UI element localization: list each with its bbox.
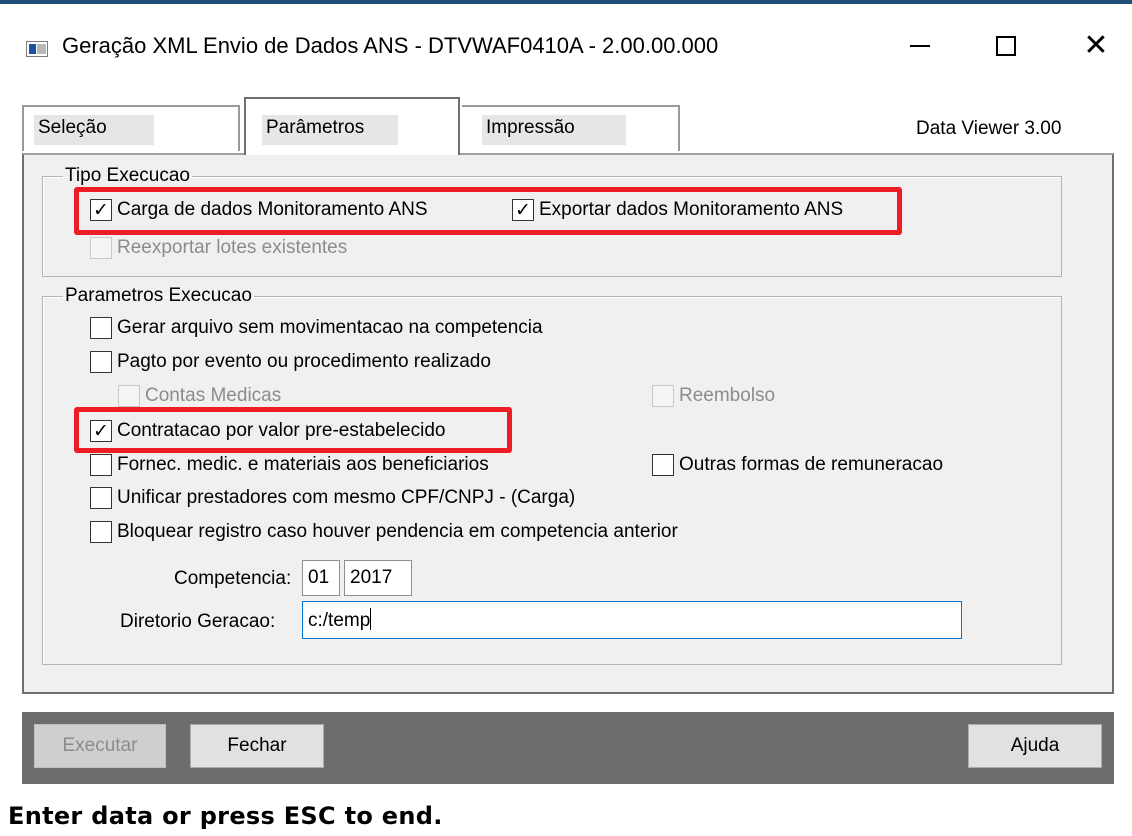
outras-formas-checkbox[interactable]: Outras formas de remuneracao [652,454,943,476]
bloquear-label: Bloquear registro caso houver pendencia … [117,521,678,542]
competencia-year-input[interactable]: 2017 [344,560,412,596]
tab-selecao-label: Seleção [34,115,154,145]
tipo-execucao-legend: Tipo Execucao [65,165,190,186]
maximize-button[interactable] [976,24,1036,68]
text-caret [370,608,372,630]
diretorio-label: Diretorio Geracao: [120,611,276,632]
maximize-icon [996,36,1016,56]
gerar-sem-mov-checkbox[interactable]: Gerar arquivo sem movimentacao na compet… [90,317,543,339]
window-title: Geração XML Envio de Dados ANS - DTVWAF0… [62,33,719,58]
parametros-execucao-legend: Parametros Execucao [65,285,252,306]
competencia-month-input[interactable]: 01 [302,560,340,596]
checkbox-icon [652,385,674,407]
minimize-button[interactable] [890,24,950,68]
checkbox-icon [90,317,112,339]
fechar-button[interactable]: Fechar [190,724,324,768]
checkbox-icon [90,454,112,476]
diretorio-input[interactable]: c:/temp [302,601,962,639]
minimize-icon [910,45,930,47]
contas-medicas-checkbox[interactable]: Contas Medicas [118,385,281,407]
button-bar: Executar Fechar Ajuda [22,712,1114,784]
pagto-evento-label: Pagto por evento ou procedimento realiza… [117,351,491,372]
unificar-checkbox[interactable]: Unificar prestadores com mesmo CPF/CNPJ … [90,487,575,509]
status-bar-text: Enter data or press ESC to end. [8,802,443,830]
diretorio-value: c:/temp [308,610,371,631]
reexportar-label: Reexportar lotes existentes [117,237,348,258]
competencia-label: Competencia: [174,568,292,589]
unificar-label: Unificar prestadores com mesmo CPF/CNPJ … [117,487,576,508]
checkbox-icon [118,385,140,407]
highlight-box-tipo [74,187,902,235]
checkbox-icon [90,521,112,543]
close-icon: ✕ [1083,28,1109,63]
highlight-box-contratacao [74,407,512,453]
reembolso-checkbox[interactable]: Reembolso [652,385,775,407]
reembolso-label: Reembolso [679,385,776,406]
checkbox-icon [652,454,674,476]
ajuda-button[interactable]: Ajuda [968,724,1102,768]
close-button[interactable]: ✕ [1066,24,1126,68]
checkbox-icon [90,351,112,373]
app-icon [26,41,48,57]
fornec-medic-label: Fornec. medic. e materiais aos beneficia… [117,454,489,475]
executar-button[interactable]: Executar [34,724,166,768]
viewer-version: Data Viewer 3.00 [916,118,1062,139]
bloquear-checkbox[interactable]: Bloquear registro caso houver pendencia … [90,521,678,543]
gerar-sem-mov-label: Gerar arquivo sem movimentacao na compet… [117,317,543,338]
reexportar-checkbox[interactable]: Reexportar lotes existentes [90,237,347,259]
checkbox-icon [90,487,112,509]
tab-impressao-label: Impressão [482,115,626,145]
contas-medicas-label: Contas Medicas [145,385,282,406]
outras-formas-label: Outras formas de remuneracao [679,454,944,475]
parameters-panel: Tipo Execucao Carga de dados Monitoramen… [22,153,1114,694]
tab-parametros[interactable]: Parâmetros [244,97,460,155]
tab-parametros-label: Parâmetros [262,115,398,145]
fornec-medic-checkbox[interactable]: Fornec. medic. e materiais aos beneficia… [90,454,489,476]
title-bar: Geração XML Envio de Dados ANS - DTVWAF0… [0,4,1132,84]
tab-impressao[interactable]: Impressão [462,105,680,151]
tab-selecao[interactable]: Seleção [22,105,240,151]
checkbox-icon [90,237,112,259]
pagto-evento-checkbox[interactable]: Pagto por evento ou procedimento realiza… [90,351,491,373]
